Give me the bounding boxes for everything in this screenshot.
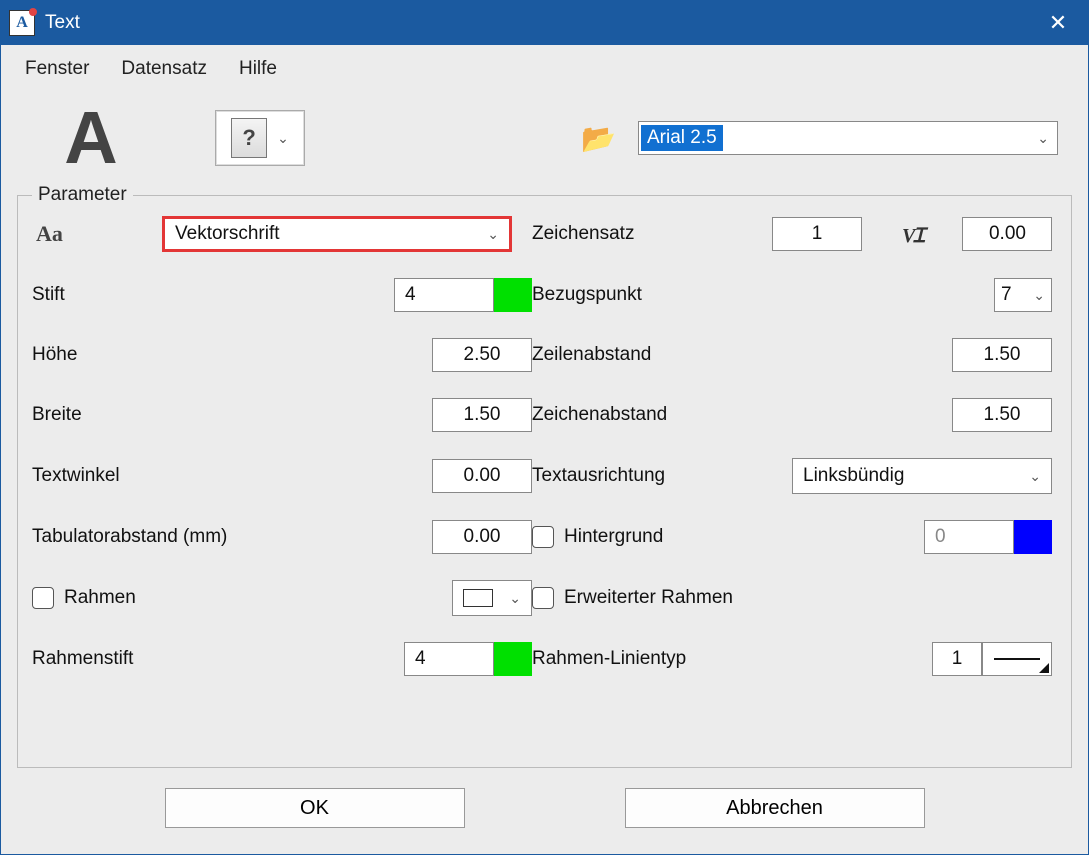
label-zeichenabstand: Zeichenabstand bbox=[532, 404, 772, 426]
label-breite: Breite bbox=[32, 404, 252, 426]
menu-datensatz[interactable]: Datensatz bbox=[117, 54, 211, 84]
textausrichtung-value: Linksbündig bbox=[803, 465, 904, 487]
label-textwinkel: Textwinkel bbox=[32, 465, 252, 487]
chevron-down-icon: ⌄ bbox=[277, 130, 289, 147]
close-icon[interactable]: ✕ bbox=[1034, 6, 1082, 40]
folder-open-icon[interactable]: 📂 bbox=[581, 122, 616, 155]
font-combo[interactable]: Arial 2.5 ⌄ bbox=[638, 121, 1058, 155]
label-stift: Stift bbox=[32, 284, 252, 306]
question-icon: ? bbox=[231, 118, 267, 158]
hintergrund-stift-input[interactable]: 0 bbox=[924, 520, 1014, 554]
slant-icon: VꞮ bbox=[902, 221, 922, 248]
ok-button[interactable]: OK bbox=[165, 788, 465, 828]
stift-color-swatch[interactable] bbox=[494, 278, 532, 312]
label-hoehe: Höhe bbox=[32, 344, 252, 366]
hintergrund-color-picker[interactable]: 0 bbox=[924, 520, 1052, 554]
text-preview-icon: A bbox=[31, 101, 151, 175]
hintergrund-checkbox[interactable] bbox=[532, 526, 554, 548]
chevron-down-icon: ⌄ bbox=[1037, 130, 1049, 147]
zeichensatz-input[interactable]: 1 bbox=[772, 217, 862, 251]
chevron-down-icon: ⌄ bbox=[509, 590, 521, 607]
menu-fenster[interactable]: Fenster bbox=[21, 54, 93, 84]
zeilenabstand-input[interactable]: 1.50 bbox=[952, 338, 1052, 372]
dialog-buttons: OK Abbrechen bbox=[1, 768, 1088, 854]
textausrichtung-combo[interactable]: Linksbündig ⌄ bbox=[792, 458, 1052, 494]
label-textausrichtung: Textausrichtung bbox=[532, 465, 772, 487]
hoehe-input[interactable]: 2.50 bbox=[432, 338, 532, 372]
chevron-down-icon: ⌄ bbox=[487, 226, 499, 243]
rahmenstift-color-picker[interactable]: 4 bbox=[404, 642, 532, 676]
font-type-value: Vektorschrift bbox=[175, 223, 280, 245]
rahmenstift-input[interactable]: 4 bbox=[404, 642, 494, 676]
zeichenabstand-input[interactable]: 1.50 bbox=[952, 398, 1052, 432]
label-zeichensatz: Zeichensatz bbox=[532, 223, 772, 245]
label-bezugspunkt: Bezugspunkt bbox=[532, 284, 772, 306]
tabulator-input[interactable]: 0.00 bbox=[432, 520, 532, 554]
titlebar: A Text ✕ bbox=[1, 1, 1088, 45]
label-tabulator: Tabulatorabstand (mm) bbox=[32, 526, 252, 548]
rahmenstift-color-swatch[interactable] bbox=[494, 642, 532, 676]
menu-hilfe[interactable]: Hilfe bbox=[235, 54, 281, 84]
label-zeilenabstand: Zeilenabstand bbox=[532, 344, 772, 366]
chevron-down-icon: ⌄ bbox=[1029, 468, 1041, 485]
font-selected-label: Arial 2.5 bbox=[641, 125, 723, 151]
font-type-combo[interactable]: Vektorschrift ⌄ bbox=[162, 216, 512, 252]
label-rahmen: Rahmen bbox=[64, 587, 136, 609]
text-dialog-window: A Text ✕ Fenster Datensatz Hilfe A ? ⌄ 📂… bbox=[0, 0, 1089, 855]
bezugspunkt-combo[interactable]: 7 ⌄ bbox=[994, 278, 1052, 312]
app-icon: A bbox=[9, 10, 35, 36]
slant-input[interactable]: 0.00 bbox=[962, 217, 1052, 251]
window-title: Text bbox=[45, 12, 80, 34]
textwinkel-input[interactable]: 0.00 bbox=[432, 459, 532, 493]
fieldset-legend: Parameter bbox=[32, 184, 133, 206]
parameter-fieldset: Parameter Aa Vektorschrift ⌄ Zeichensatz… bbox=[17, 195, 1072, 768]
label-rahmen-linientyp: Rahmen-Linientyp bbox=[532, 648, 772, 670]
label-erweiterter-rahmen: Erweiterter Rahmen bbox=[564, 587, 733, 609]
rahmen-linientyp-input[interactable]: 1 bbox=[932, 642, 982, 676]
breite-input[interactable]: 1.50 bbox=[432, 398, 532, 432]
line-icon bbox=[994, 658, 1040, 660]
bezugspunkt-value: 7 bbox=[1001, 284, 1012, 306]
erweiterter-rahmen-checkbox[interactable] bbox=[532, 587, 554, 609]
stift-input[interactable]: 4 bbox=[394, 278, 494, 312]
preset-dropdown[interactable]: ? ⌄ bbox=[215, 110, 305, 166]
hintergrund-color-swatch[interactable] bbox=[1014, 520, 1052, 554]
label-rahmenstift: Rahmenstift bbox=[32, 648, 252, 670]
rahmen-checkbox[interactable] bbox=[32, 587, 54, 609]
top-row: A ? ⌄ 📂 Arial 2.5 ⌄ bbox=[1, 93, 1088, 195]
rahmen-linientyp-preview[interactable] bbox=[982, 642, 1052, 676]
cancel-button[interactable]: Abbrechen bbox=[625, 788, 925, 828]
rahmen-shape-combo[interactable]: ⌄ bbox=[452, 580, 532, 616]
menubar: Fenster Datensatz Hilfe bbox=[1, 45, 1088, 93]
stift-color-picker[interactable]: 4 bbox=[394, 278, 532, 312]
rectangle-preview-icon bbox=[463, 589, 493, 607]
chevron-down-icon: ⌄ bbox=[1033, 287, 1045, 304]
aa-icon: Aa bbox=[32, 221, 63, 247]
label-hintergrund: Hintergrund bbox=[564, 526, 663, 548]
